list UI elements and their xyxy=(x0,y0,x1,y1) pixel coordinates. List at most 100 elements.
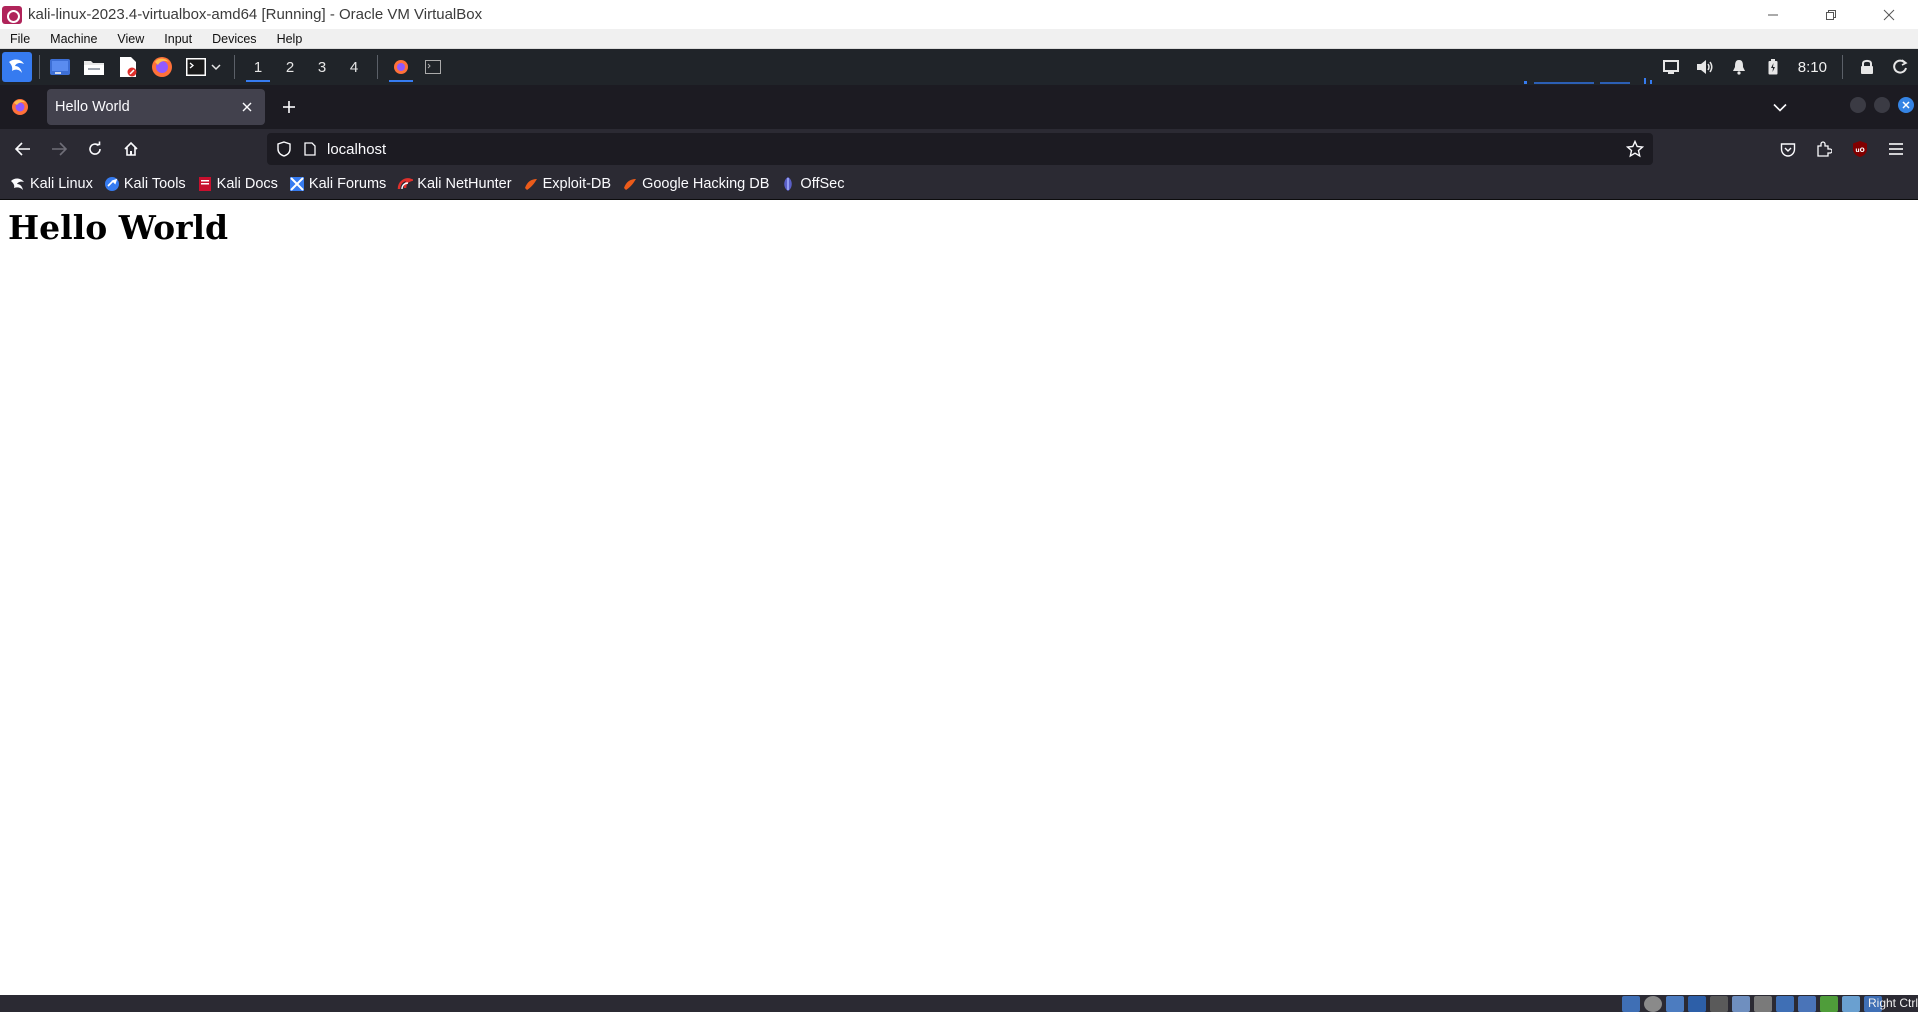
exploit-db-icon xyxy=(523,176,539,192)
network-icon[interactable] xyxy=(1688,996,1706,1012)
bookmark-kali-tools[interactable]: Kali Tools xyxy=(104,176,186,192)
url-text: localhost xyxy=(327,140,387,158)
extensions-puzzle-icon[interactable] xyxy=(1806,131,1842,167)
bookmark-label: Google Hacking DB xyxy=(642,176,770,192)
workspace-switcher: 1 2 3 4 xyxy=(242,49,370,85)
firefox-view-button[interactable] xyxy=(0,85,40,129)
virtualbox-menu-bar: File Machine View Input Devices Help xyxy=(0,29,1918,49)
back-button[interactable] xyxy=(5,131,41,167)
bookmark-kali-docs[interactable]: Kali Docs xyxy=(197,176,278,192)
browser-tab[interactable]: Hello World xyxy=(47,89,265,125)
bookmark-kali-linux[interactable]: Kali Linux xyxy=(10,176,93,192)
panel-separator xyxy=(377,55,378,79)
display-icon[interactable] xyxy=(1654,49,1688,85)
audio-icon[interactable] xyxy=(1666,996,1684,1012)
pocket-icon[interactable] xyxy=(1770,131,1806,167)
ublock-origin-icon[interactable]: uO xyxy=(1842,131,1878,167)
plus-icon xyxy=(283,101,295,113)
text-editor-icon[interactable] xyxy=(115,54,141,80)
menu-devices[interactable]: Devices xyxy=(202,29,266,49)
reload-button[interactable] xyxy=(77,131,113,167)
tracking-protection-shield-icon[interactable] xyxy=(271,133,297,165)
optical-drive-icon[interactable] xyxy=(1644,996,1662,1012)
chevron-down-icon xyxy=(1773,103,1787,112)
close-button[interactable] xyxy=(1860,0,1918,29)
page-info-icon[interactable] xyxy=(297,133,323,165)
offsec-icon xyxy=(780,176,796,192)
bookmark-label: Kali Linux xyxy=(30,176,93,192)
home-button[interactable] xyxy=(113,131,149,167)
bookmark-label: Kali Docs xyxy=(216,176,278,192)
desktop-icon[interactable] xyxy=(47,54,73,80)
workspace-2[interactable]: 2 xyxy=(274,49,306,85)
bookmark-exploit-db[interactable]: Exploit-DB xyxy=(523,176,611,192)
new-tab-button[interactable] xyxy=(271,89,307,125)
kali-menu-button[interactable] xyxy=(2,52,32,82)
bookmark-kali-forums[interactable]: Kali Forums xyxy=(289,176,386,192)
cpu-icon[interactable] xyxy=(1820,996,1838,1012)
browser-maximize-button[interactable] xyxy=(1874,97,1890,113)
taskbar-terminal[interactable] xyxy=(417,49,449,85)
shared-folders-icon[interactable] xyxy=(1732,996,1750,1012)
browser-nav-bar: localhost uO xyxy=(0,129,1918,169)
home-icon xyxy=(124,141,138,156)
nethunter-icon xyxy=(397,176,414,192)
firefox-icon[interactable] xyxy=(149,54,175,80)
menu-input[interactable]: Input xyxy=(154,29,202,49)
workspace-4[interactable]: 4 xyxy=(338,49,370,85)
bookmark-kali-nethunter[interactable]: Kali NetHunter xyxy=(397,176,512,192)
volume-icon[interactable] xyxy=(1688,49,1722,85)
bookmark-star-icon[interactable] xyxy=(1623,137,1647,161)
usb-icon[interactable] xyxy=(1710,996,1728,1012)
panel-separator xyxy=(39,55,40,79)
kali-top-panel: 1 2 3 4 8:10 xyxy=(0,49,1918,85)
restore-button[interactable] xyxy=(1802,0,1860,29)
mouse-integration-icon[interactable] xyxy=(1842,996,1860,1012)
forward-button[interactable] xyxy=(41,131,77,167)
minimize-button[interactable] xyxy=(1744,0,1802,29)
file-manager-icon[interactable] xyxy=(81,54,107,80)
notification-bell-icon[interactable] xyxy=(1722,49,1756,85)
hamburger-menu-icon[interactable] xyxy=(1878,131,1914,167)
host-window-title: kali-linux-2023.4-virtualbox-amd64 [Runn… xyxy=(28,6,483,23)
browser-close-button[interactable] xyxy=(1898,97,1914,113)
terminal-icon xyxy=(425,60,441,74)
list-all-tabs-button[interactable] xyxy=(1762,89,1798,125)
menu-help[interactable]: Help xyxy=(267,29,313,49)
kali-docs-icon xyxy=(197,176,213,192)
vm-device-indicators xyxy=(1622,996,1882,1012)
chevron-down-icon[interactable] xyxy=(209,54,223,80)
ghdb-icon xyxy=(622,176,638,192)
screen-icon[interactable] xyxy=(1798,996,1816,1012)
firefox-icon xyxy=(394,60,408,74)
workspace-1[interactable]: 1 xyxy=(242,49,274,85)
menu-view[interactable]: View xyxy=(107,29,154,49)
display-icon[interactable] xyxy=(1754,996,1772,1012)
virtualbox-app-icon xyxy=(2,5,22,24)
bookmark-label: Kali Tools xyxy=(123,176,186,192)
menu-file[interactable]: File xyxy=(0,29,40,49)
panel-clock[interactable]: 8:10 xyxy=(1790,59,1835,76)
host-title-bar[interactable]: kali-linux-2023.4-virtualbox-amd64 [Runn… xyxy=(0,0,1918,29)
virtualbox-status-bar: Right Ctrl xyxy=(0,995,1918,1012)
bookmark-label: Kali NetHunter xyxy=(417,176,512,192)
terminal-icon[interactable] xyxy=(183,54,209,80)
bookmark-offsec[interactable]: OffSec xyxy=(780,176,844,192)
taskbar-firefox[interactable] xyxy=(385,49,417,85)
recording-icon[interactable] xyxy=(1776,996,1794,1012)
logout-icon[interactable] xyxy=(1884,49,1918,85)
menu-machine[interactable]: Machine xyxy=(40,29,107,49)
battery-icon[interactable] xyxy=(1756,49,1790,85)
lock-icon[interactable] xyxy=(1850,49,1884,85)
hard-disk-icon[interactable] xyxy=(1622,996,1640,1012)
workspace-3[interactable]: 3 xyxy=(306,49,338,85)
page-viewport: Hello World xyxy=(0,200,1918,995)
screen: kali-linux-2023.4-virtualbox-amd64 [Runn… xyxy=(0,0,1918,1012)
bookmark-google-hacking-db[interactable]: Google Hacking DB xyxy=(622,176,769,192)
kali-dragon-icon xyxy=(10,176,26,192)
panel-separator xyxy=(234,55,235,79)
browser-minimize-button[interactable] xyxy=(1850,97,1866,113)
url-bar[interactable]: localhost xyxy=(267,133,1653,165)
tab-close-icon[interactable] xyxy=(237,97,257,117)
tab-title: Hello World xyxy=(55,99,130,115)
